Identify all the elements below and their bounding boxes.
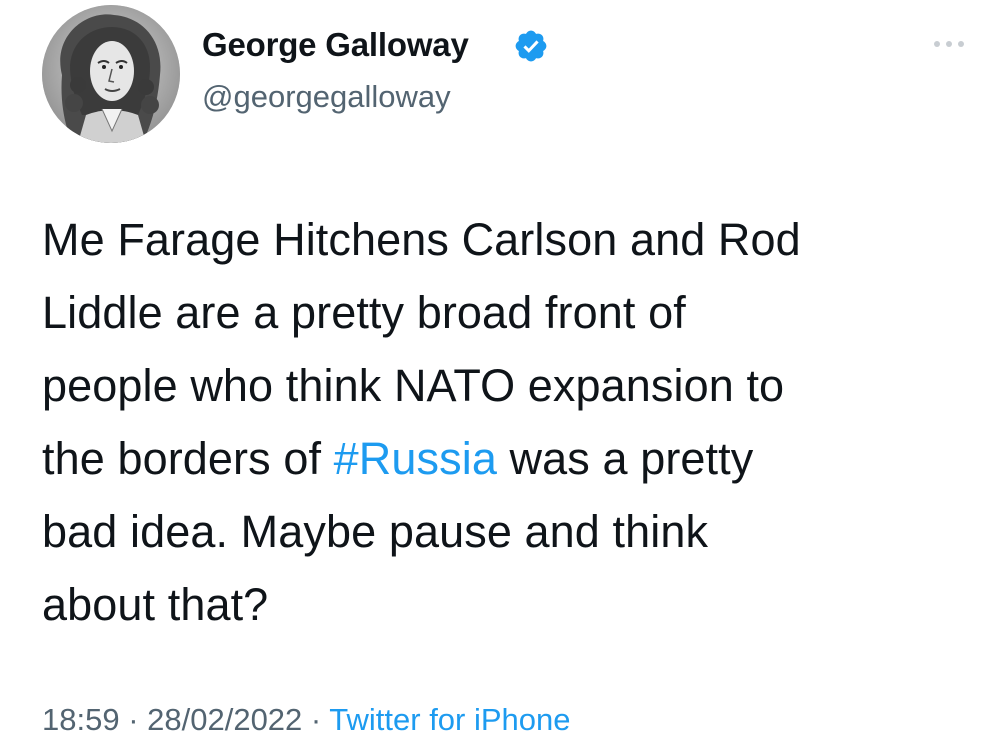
portrait-engraving-avatar [42, 5, 180, 143]
tweet-text: Me Farage Hitchens Carlson and Rod Liddl… [42, 203, 962, 641]
tweet-date[interactable]: 28/02/2022 [147, 702, 302, 737]
tweet-time[interactable]: 18:59 [42, 702, 120, 737]
tweet-text-segment: was a pretty [496, 433, 754, 484]
avatar[interactable] [42, 5, 180, 143]
tweet-line: about that? [42, 579, 269, 630]
handle[interactable]: @georgegalloway [202, 79, 451, 115]
tweet-card: George Galloway @georgegalloway Me Farag… [0, 0, 992, 756]
tweet-line: the borders of #Russia was a pretty [42, 422, 962, 495]
verified-badge-icon [515, 30, 547, 62]
separator-dot: · [119, 702, 148, 737]
hashtag-link[interactable]: #Russia [334, 433, 497, 484]
tweet-metadata: 18:59 · 28/02/2022 · Twitter for iPhone [42, 702, 571, 738]
display-name[interactable]: George Galloway [202, 26, 469, 64]
tweet-line: people who think NATO expansion to [42, 360, 785, 411]
tweet-line: Me Farage Hitchens Carlson and Rod [42, 214, 801, 265]
more-options-icon[interactable] [933, 36, 965, 52]
separator-dot: · [302, 702, 330, 737]
tweet-line: Liddle are a pretty broad front of [42, 287, 686, 338]
tweet-source-link[interactable]: Twitter for iPhone [329, 702, 570, 737]
tweet-text-segment: the borders of [42, 433, 334, 484]
tweet-line: bad idea. Maybe pause and think [42, 506, 709, 557]
